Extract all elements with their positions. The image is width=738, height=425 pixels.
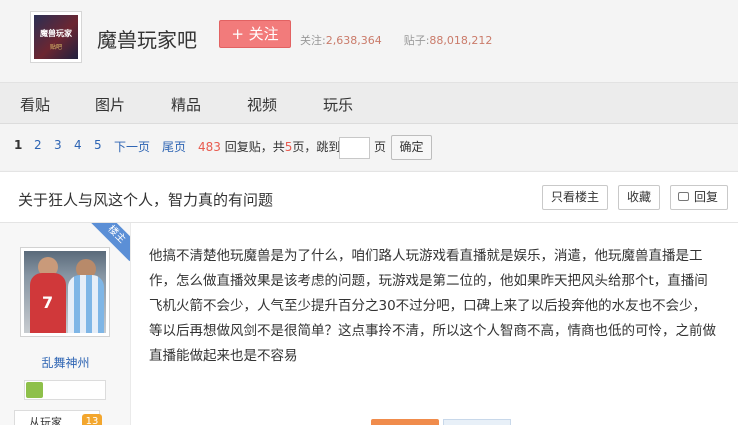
author-panel: 楼主 7 乱舞神州 从玩家 13 <box>0 223 131 425</box>
reply-suffix: 回复贴，共 <box>224 140 285 154</box>
avatar-jersey-number: 7 <box>42 293 54 312</box>
thread-title-bar: 关于狂人与风这个人，智力真的有问题 只看楼主 收藏 回复 <box>0 171 738 223</box>
forum-logo[interactable]: 魔兽玩家 贴吧 <box>30 11 82 63</box>
avatar-figure-striped <box>68 275 104 333</box>
last-page-link[interactable]: 尾页 <box>162 138 186 155</box>
tab-featured[interactable]: 精品 <box>171 94 201 115</box>
avatar-figure-red: 7 <box>30 273 66 333</box>
forum-logo-image: 魔兽玩家 贴吧 <box>34 15 78 59</box>
logo-text-sub: 贴吧 <box>49 44 62 51</box>
tab-images[interactable]: 图片 <box>95 94 125 115</box>
author-name[interactable]: 乱舞神州 <box>0 354 130 371</box>
follow-button[interactable]: + 关注 <box>219 20 291 48</box>
reply-button-label: 回复 <box>693 190 718 204</box>
posts-count: 88,018,212 <box>429 34 493 47</box>
level-number: 13 <box>82 414 102 425</box>
favorite-button[interactable]: 收藏 <box>618 185 660 210</box>
tab-videos[interactable]: 视频 <box>247 94 277 115</box>
thread-title: 关于狂人与风这个人，智力真的有问题 <box>18 191 274 209</box>
jump-confirm-button[interactable]: 确定 <box>391 135 432 160</box>
tab-fun[interactable]: 玩乐 <box>323 94 353 115</box>
page-2[interactable]: 2 <box>34 138 42 152</box>
followers-count: 2,638,364 <box>325 34 382 47</box>
page-3[interactable]: 3 <box>54 138 62 152</box>
avatar[interactable]: 7 <box>20 247 110 337</box>
reply-button[interactable]: 回复 <box>670 185 728 210</box>
jump-page-input[interactable] <box>339 137 370 159</box>
page-5[interactable]: 5 <box>94 138 102 152</box>
page-unit: 页 <box>374 140 387 154</box>
post: 楼主 7 乱舞神州 从玩家 13 他搞不清楚他玩魔兽是为了什么，咱们路人玩游戏看… <box>0 223 738 425</box>
logo-text-main: 魔兽玩家 <box>40 29 72 38</box>
post-action-orange[interactable] <box>371 419 439 425</box>
member-badge-icon <box>26 382 43 398</box>
reply-count: 483 <box>198 140 221 154</box>
avatar-image: 7 <box>24 251 106 333</box>
posts-label: 贴子: <box>403 34 430 47</box>
level-title: 从玩家 <box>29 416 62 425</box>
post-content: 他搞不清楚他玩魔兽是为了什么，咱们路人玩游戏看直播就是娱乐，消遣，他玩魔兽直播是… <box>149 248 716 364</box>
page-suffix: 页，跳到 <box>292 140 341 154</box>
forum-stats: 关注:2,638,364 贴子:88,018,212 <box>300 32 492 48</box>
page-1: 1 <box>14 138 23 152</box>
forum-name[interactable]: 魔兽玩家吧 <box>97 24 197 53</box>
tab-posts[interactable]: 看贴 <box>20 94 50 115</box>
page-4[interactable]: 4 <box>74 138 82 152</box>
forum-header: 魔兽玩家 贴吧 魔兽玩家吧 + 关注 关注:2,638,364 贴子:88,018… <box>0 0 738 82</box>
post-action-blue[interactable] <box>443 419 511 425</box>
next-page-link[interactable]: 下一页 <box>114 138 150 155</box>
followers-label: 关注: <box>300 34 326 47</box>
reply-icon <box>678 192 689 201</box>
forum-nav: 看贴 图片 精品 视频 玩乐 <box>0 82 738 124</box>
reply-summary: 483 回复贴，共5页，跳到 <box>198 138 340 155</box>
user-badge <box>24 380 106 400</box>
only-op-button[interactable]: 只看楼主 <box>542 185 608 210</box>
